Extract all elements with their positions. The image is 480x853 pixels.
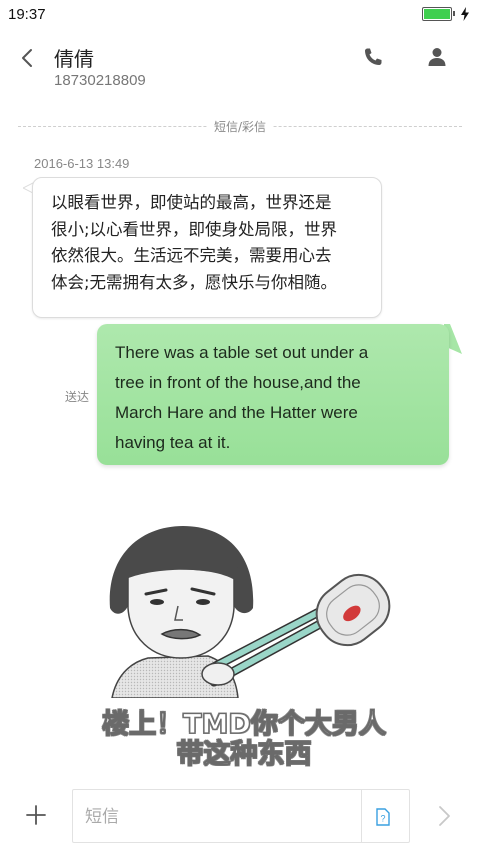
svg-text:?: ? <box>380 814 385 824</box>
divider-label: 短信/彩信 <box>207 118 273 135</box>
sent-line: March Hare and the Hatter were <box>115 403 358 422</box>
received-line: 体会;无需拥有太多，愿快乐与你相随。 <box>51 272 338 292</box>
contact-name: 倩倩 <box>54 47 94 71</box>
status-bar: 19:37 <box>0 0 480 28</box>
back-arrow-icon[interactable] <box>16 44 40 72</box>
received-line: 很小;以心看世界，即使身处局限，世界 <box>51 219 338 239</box>
sms-input-container: ? <box>72 789 410 843</box>
received-line: 依然很大。生活远不完美，需要用心去 <box>51 246 332 265</box>
battery-indicator <box>422 7 470 21</box>
sent-line: tree in front of the house,and the <box>115 373 361 392</box>
meme-illustration <box>109 526 391 699</box>
meme-caption-line2: 带这种东西 <box>176 738 312 770</box>
message-type-divider: 短信/彩信 <box>18 118 462 135</box>
battery-level <box>424 9 450 19</box>
message-timestamp: 2016-6-13 13:49 <box>34 156 130 171</box>
mms-image-message[interactable]: 楼上！TMD你个大男人 带这种东西 <box>88 498 400 771</box>
conversation-header: 倩倩 18730218809 <box>0 40 480 96</box>
sent-message-bubble[interactable]: There was a table set out under a tree i… <box>97 324 449 465</box>
sent-line: having tea at it. <box>115 433 231 452</box>
sms-input[interactable] <box>85 802 355 832</box>
add-attachment-icon[interactable] <box>24 803 48 827</box>
status-time: 19:37 <box>8 5 46 23</box>
phone-icon[interactable] <box>360 44 386 70</box>
send-arrow-icon[interactable] <box>434 803 454 829</box>
message-composer: ? <box>0 787 480 847</box>
charging-icon <box>461 7 469 21</box>
received-line: 以眼看世界，即使站的最高，世界还是 <box>51 193 332 212</box>
contact-number: 18730218809 <box>54 72 146 89</box>
contact-icon[interactable] <box>424 44 450 70</box>
sent-line: There was a table set out under a <box>115 343 369 362</box>
delivery-status: 送达 <box>65 390 90 404</box>
received-message-bubble[interactable]: 以眼看世界，即使站的最高，世界还是 很小;以心看世界，即使身处局限，世界 依然很… <box>32 177 382 318</box>
sim-card-icon[interactable]: ? <box>375 808 391 826</box>
battery-icon <box>422 7 455 21</box>
